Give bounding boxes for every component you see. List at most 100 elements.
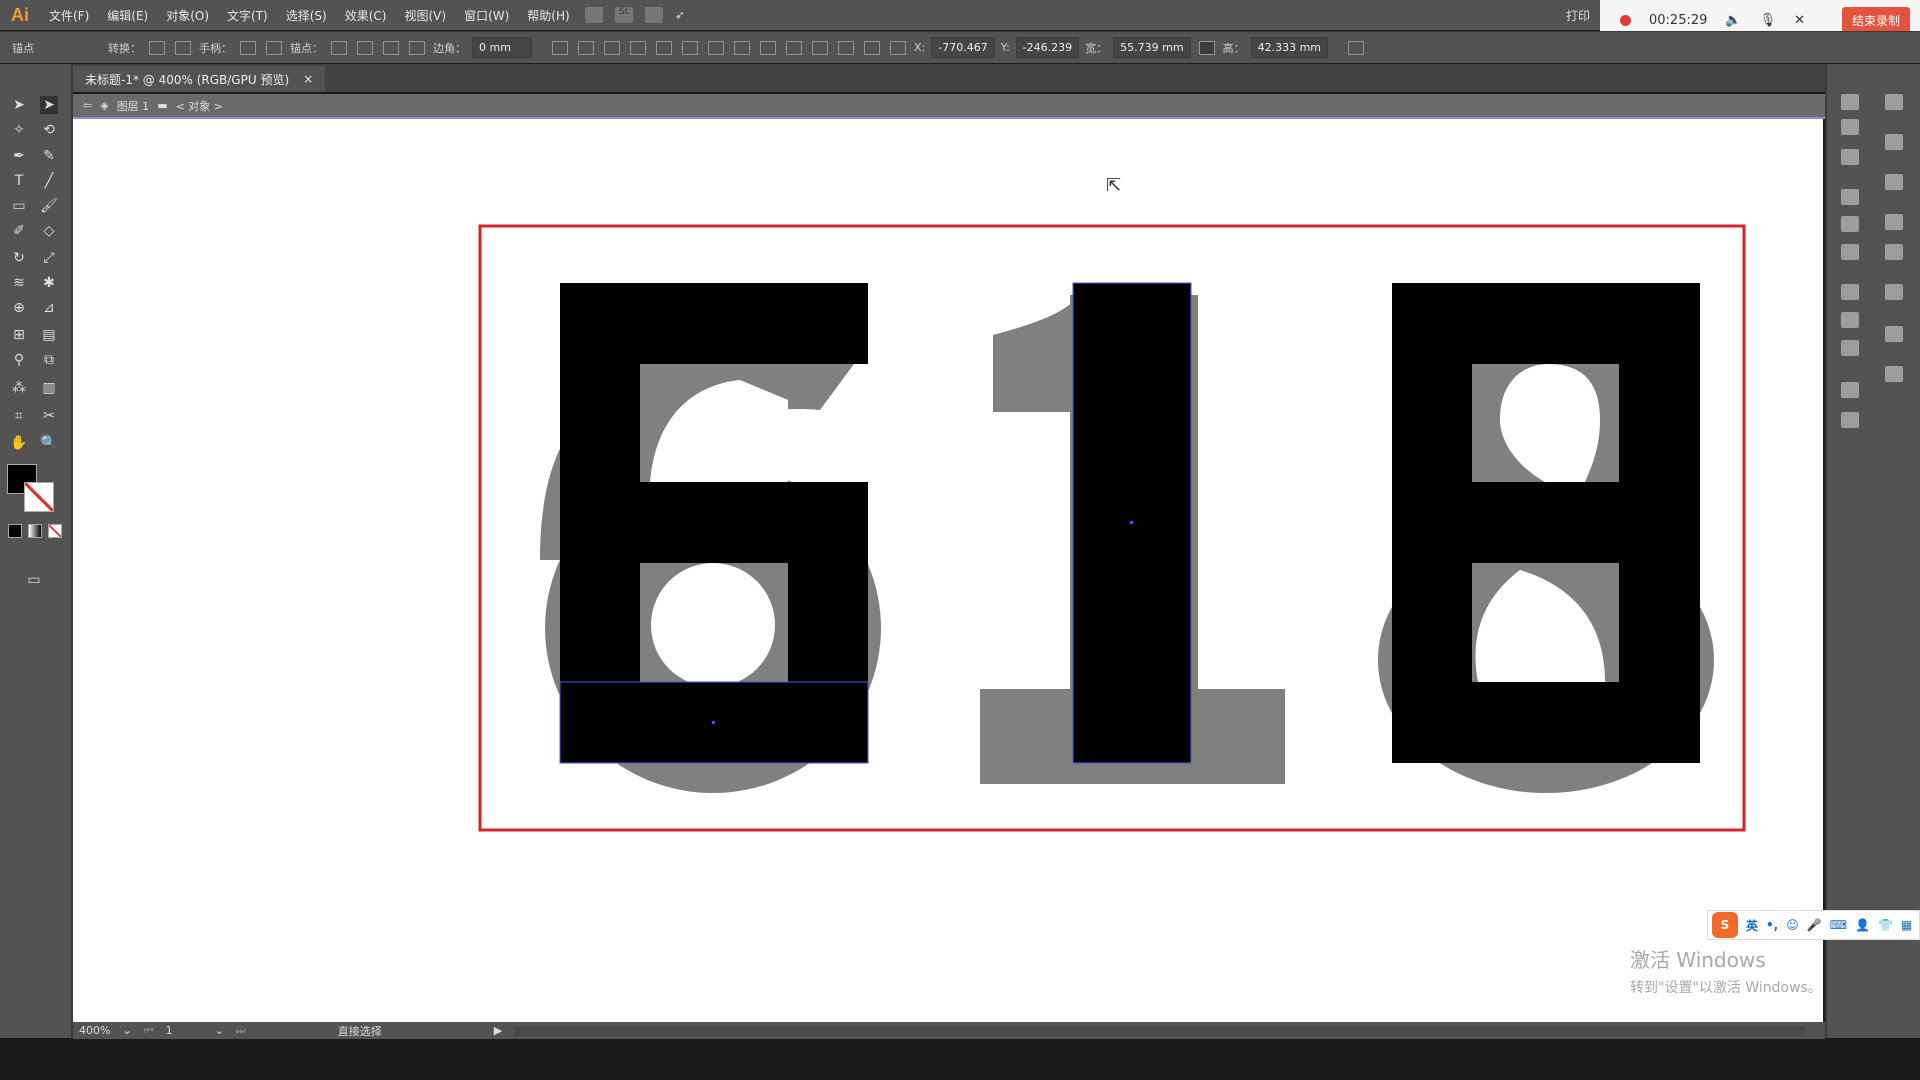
- menu-object[interactable]: 对象(O): [157, 7, 218, 24]
- bridge-icon[interactable]: [584, 7, 603, 23]
- keyboard-icon[interactable]: ⌨: [1830, 918, 1847, 932]
- mesh-icon[interactable]: ⊞: [10, 326, 28, 344]
- stroke-swatch[interactable]: [24, 482, 54, 512]
- distribute-bottom-icon[interactable]: [786, 40, 802, 55]
- stop-recording-button[interactable]: 结束录制: [1841, 6, 1910, 34]
- gradient-icon[interactable]: ▤: [40, 326, 58, 344]
- rectangle-tool-icon[interactable]: ▭: [10, 197, 28, 215]
- hand-tool-icon[interactable]: ✋: [10, 434, 28, 452]
- character-panel-icon[interactable]: [1841, 284, 1859, 300]
- sogou-logo[interactable]: S: [1712, 912, 1738, 938]
- color-mode-icon[interactable]: [8, 524, 22, 538]
- convert-smooth-icon[interactable]: [175, 40, 191, 55]
- graph-tool-icon[interactable]: ▥: [40, 379, 58, 397]
- paragraph-panel-icon[interactable]: [1841, 312, 1859, 328]
- shape-builder-icon[interactable]: ⊕: [10, 299, 28, 317]
- show-handles-icon[interactable]: [240, 40, 256, 55]
- align-vcenter-icon[interactable]: [682, 40, 698, 55]
- document-tab[interactable]: 未标题-1* @ 400% (RGB/GPU 预览) ×: [73, 66, 326, 92]
- emoji-icon[interactable]: ☺: [1786, 918, 1799, 932]
- draw-mode-icon[interactable]: ▭: [25, 571, 43, 589]
- links-panel-icon[interactable]: [1841, 244, 1859, 260]
- breadcrumb-object[interactable]: < 对象 >: [176, 98, 223, 114]
- lasso-icon[interactable]: ⟲: [40, 121, 58, 139]
- distribute-vcenter-icon[interactable]: [760, 40, 776, 55]
- curvature-icon[interactable]: ✎: [40, 147, 58, 165]
- hide-handles-icon[interactable]: [266, 40, 282, 55]
- menu-edit[interactable]: 编辑(E): [98, 7, 157, 24]
- zoom-tool-icon[interactable]: 🔍: [40, 434, 58, 452]
- rotate-icon[interactable]: ↻: [10, 249, 28, 267]
- corner-input[interactable]: 0 mm: [472, 37, 532, 58]
- artboard-dropdown-icon[interactable]: ⌄: [215, 1024, 224, 1037]
- zoom-level[interactable]: 400%: [79, 1024, 110, 1037]
- breadcrumb-layer[interactable]: 图层 1: [117, 98, 150, 114]
- stock-icon[interactable]: St: [614, 7, 633, 23]
- toolbox-icon[interactable]: ▦: [1901, 918, 1912, 932]
- opentype-panel-icon[interactable]: [1841, 340, 1859, 356]
- line-tool-icon[interactable]: ╱: [40, 172, 58, 190]
- color-panel-icon[interactable]: [1885, 94, 1903, 110]
- align-to-icon[interactable]: [552, 40, 568, 55]
- ime-language[interactable]: 英: [1746, 917, 1758, 934]
- align-panel-icon[interactable]: [1841, 149, 1859, 165]
- gradient-panel-icon[interactable]: [1885, 174, 1903, 190]
- skin-icon[interactable]: 👕: [1878, 918, 1893, 932]
- symbol-sprayer-icon[interactable]: ⁂: [10, 379, 28, 397]
- blend-icon[interactable]: ⧉: [40, 351, 58, 369]
- align-top-icon[interactable]: [656, 40, 672, 55]
- align-right-icon[interactable]: [630, 40, 646, 55]
- close-icon[interactable]: ✕: [1794, 13, 1805, 28]
- first-artboard-icon[interactable]: ⏮: [144, 1024, 154, 1038]
- menu-select[interactable]: 选择(S): [277, 7, 336, 24]
- close-tab-icon[interactable]: ×: [303, 72, 313, 86]
- link-proportions-icon[interactable]: [1198, 40, 1215, 55]
- back-icon[interactable]: ⇦: [83, 99, 92, 112]
- last-artboard-icon[interactable]: ⏭: [236, 1024, 246, 1038]
- convert-corner-icon[interactable]: [149, 40, 165, 55]
- distribute-right-icon[interactable]: [864, 40, 880, 55]
- menu-effect[interactable]: 效果(C): [336, 7, 396, 24]
- properties-panel-icon[interactable]: [1841, 119, 1859, 135]
- y-input[interactable]: -246.239: [1015, 37, 1080, 58]
- puppet-warp-icon[interactable]: ✱: [40, 274, 58, 292]
- distribute-hcenter-icon[interactable]: [838, 40, 854, 55]
- height-input[interactable]: 42.333 mm: [1250, 37, 1328, 58]
- image-trace-icon[interactable]: [1885, 244, 1903, 260]
- connect-icon[interactable]: [357, 40, 373, 55]
- recolor-icon[interactable]: [409, 40, 425, 55]
- pen-tool-icon[interactable]: ✒: [10, 147, 28, 165]
- ime-punctuation[interactable]: •,: [1766, 918, 1778, 932]
- warp-icon[interactable]: ≋: [10, 274, 28, 292]
- magic-wand-icon[interactable]: ✧: [10, 121, 28, 139]
- pathfinder-panel-icon[interactable]: [1841, 189, 1859, 205]
- appearance-panel-icon[interactable]: [1885, 284, 1903, 300]
- gradient-mode-icon[interactable]: [28, 524, 42, 538]
- scale-icon[interactable]: ⤢: [40, 249, 58, 267]
- direct-selection-tool-icon[interactable]: ➤: [40, 96, 58, 114]
- eyedropper-icon[interactable]: ⚲: [10, 351, 28, 369]
- align-bottom-icon[interactable]: [708, 40, 724, 55]
- distribute-top-icon[interactable]: [734, 40, 750, 55]
- graphic-styles-icon[interactable]: [1885, 326, 1903, 342]
- menu-type[interactable]: 文字(T): [218, 7, 277, 24]
- publish-icon[interactable]: ➶: [675, 8, 685, 22]
- perspective-icon[interactable]: ⊿: [40, 299, 58, 317]
- align-hcenter-icon[interactable]: [604, 40, 620, 55]
- user-icon[interactable]: 👤: [1855, 918, 1870, 932]
- stroke-panel-icon[interactable]: [1885, 366, 1903, 382]
- speaker-icon[interactable]: 🔈: [1725, 13, 1741, 28]
- shaper-icon[interactable]: ✐: [10, 222, 28, 240]
- swatches-panel-icon[interactable]: [1885, 134, 1903, 150]
- status-menu-icon[interactable]: ▶: [494, 1024, 502, 1037]
- zoom-dropdown-icon[interactable]: ⌄: [122, 1024, 131, 1037]
- selection-tool-icon[interactable]: ➤: [10, 96, 28, 114]
- menu-window[interactable]: 窗口(W): [455, 7, 518, 24]
- artboard-number[interactable]: 1: [166, 1024, 173, 1037]
- distribute-left-icon[interactable]: [812, 40, 828, 55]
- actions-panel-icon[interactable]: [1841, 382, 1859, 398]
- align-left-icon[interactable]: [578, 40, 594, 55]
- artboard-tool-icon[interactable]: ⌗: [10, 407, 28, 425]
- type-tool-icon[interactable]: T: [10, 172, 28, 190]
- voice-icon[interactable]: 🎤: [1807, 918, 1822, 932]
